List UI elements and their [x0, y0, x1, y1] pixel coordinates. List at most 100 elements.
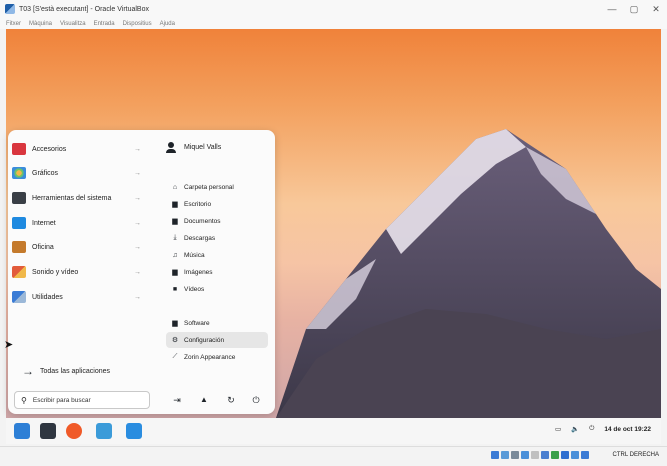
audio-icon[interactable]: [511, 451, 519, 459]
category-internet[interactable]: Internet →: [12, 214, 152, 232]
optical-icon[interactable]: [501, 451, 509, 459]
place-carpeta-personal[interactable]: ⌂ Carpeta personal: [170, 179, 266, 195]
cpu-icon[interactable]: [571, 451, 579, 459]
category-label: Gráficos: [32, 169, 59, 177]
search-placeholder: Escribir para buscar: [32, 396, 91, 404]
palette-icon: [12, 167, 26, 179]
brave-browser-icon[interactable]: [66, 423, 82, 439]
place-label: Zorin Appearance: [184, 353, 236, 361]
system-zorin-appearance[interactable]: ⟋ Zorin Appearance: [170, 349, 266, 365]
appearance-icon: ⟋: [172, 353, 178, 360]
user-name: Miquel Valls: [184, 144, 222, 151]
place-label: Documentos: [184, 217, 221, 225]
status-icons: [491, 451, 589, 459]
arrow-right-icon: →: [134, 219, 141, 227]
files-icon[interactable]: [96, 423, 112, 439]
place-documentos[interactable]: ▆ Documentos: [170, 213, 266, 229]
mouse-cursor-icon: ➤: [4, 339, 14, 351]
power-menu-icon[interactable]: ⏻: [589, 425, 594, 433]
vbox-statusbar: CTRL DERECHA: [0, 446, 667, 466]
mouse-integration-icon[interactable]: [581, 451, 589, 459]
screen-icon[interactable]: ▭: [555, 425, 561, 433]
system-tray: ▭ 🔈 ⏻ 14 de oct 19:22: [555, 425, 651, 433]
media-icon: [12, 266, 26, 278]
music-icon: ♫: [172, 251, 178, 259]
briefcase-icon: [12, 241, 26, 253]
gear-icon: ⚙: [171, 337, 179, 344]
menu-entrada[interactable]: Entrada: [94, 21, 115, 27]
place-label: Música: [184, 251, 205, 259]
arrow-right-icon: →: [134, 145, 141, 153]
window-titlebar: T03 [S'està executant] - Oracle VirtualB…: [0, 0, 667, 18]
usb-icon[interactable]: [531, 451, 539, 459]
menu-dispositius[interactable]: Dispositius: [123, 21, 152, 27]
place-label: Software: [184, 319, 210, 327]
arrow-right-icon: →: [134, 293, 141, 301]
arrow-right-icon: →: [134, 243, 141, 251]
close-button[interactable]: ✕: [645, 4, 667, 15]
virtualbox-logo-icon: [5, 4, 15, 14]
document-icon: ▆: [172, 218, 178, 225]
terminal-icon[interactable]: [40, 423, 56, 439]
menu-ajuda[interactable]: Ajuda: [160, 21, 175, 27]
search-icon: ⚲: [21, 395, 27, 405]
category-herramientas[interactable]: Herramientas del sistema →: [12, 189, 152, 207]
all-apps-label: Todas las aplicaciones: [40, 367, 111, 375]
software-store-icon[interactable]: [126, 423, 142, 439]
clock[interactable]: 14 de oct 19:22: [604, 426, 651, 433]
place-label: Vídeos: [184, 285, 205, 293]
place-descargas[interactable]: ⤓ Descargas: [170, 230, 266, 246]
minimize-button[interactable]: —: [601, 4, 623, 14]
display-icon[interactable]: [551, 451, 559, 459]
place-escritorio[interactable]: ▆ Escritorio: [170, 196, 266, 212]
arrow-right-icon: →: [134, 169, 141, 177]
software-icon: ▆: [172, 320, 178, 327]
menu-fitxer[interactable]: Fitxer: [6, 21, 21, 27]
category-graficos[interactable]: Gráficos →: [12, 164, 152, 182]
category-label: Internet: [32, 219, 56, 227]
hdd-icon[interactable]: [491, 451, 499, 459]
restart-button[interactable]: ↻: [224, 395, 238, 406]
category-label: Herramientas del sistema: [32, 194, 112, 202]
system-configuracion[interactable]: ⚙ Configuración: [166, 332, 268, 348]
home-icon: ⌂: [172, 183, 178, 191]
place-videos[interactable]: ■ Vídeos: [170, 281, 266, 297]
zorin-menu-icon[interactable]: [14, 423, 30, 439]
category-sonido-video[interactable]: Sonido y vídeo →: [12, 263, 152, 281]
shared-folders-icon[interactable]: [541, 451, 549, 459]
category-label: Oficina: [32, 243, 54, 251]
menu-maquina[interactable]: Màquina: [29, 21, 52, 27]
lock-button[interactable]: ▲: [197, 395, 211, 404]
place-imagenes[interactable]: ▆ Imágenes: [170, 264, 266, 280]
taskbar: ▭ 🔈 ⏻ 14 de oct 19:22: [6, 418, 661, 444]
image-icon: ▆: [172, 269, 178, 276]
maximize-button[interactable]: ▢: [623, 4, 645, 15]
network-icon[interactable]: [521, 451, 529, 459]
category-oficina[interactable]: Oficina →: [12, 238, 152, 256]
user-account[interactable]: Miquel Valls: [166, 142, 221, 153]
search-input[interactable]: ⚲ Escribir para buscar: [14, 391, 150, 409]
place-label: Escritorio: [184, 200, 212, 208]
power-button[interactable]: ⏻: [249, 395, 263, 406]
place-label: Carpeta personal: [184, 183, 234, 191]
volume-icon[interactable]: 🔈: [571, 425, 579, 433]
place-label: Configuración: [184, 336, 225, 344]
category-label: Utilidades: [32, 293, 63, 301]
system-software[interactable]: ▆ Software: [170, 315, 266, 331]
logout-button[interactable]: ⇥: [170, 395, 184, 406]
user-icon: [166, 142, 176, 153]
category-accesorios[interactable]: Accesorios →: [12, 140, 152, 158]
place-musica[interactable]: ♫ Música: [170, 247, 266, 263]
toolbox-icon: [12, 143, 26, 155]
place-label: Imágenes: [184, 268, 213, 276]
recording-icon[interactable]: [561, 451, 569, 459]
place-label: Descargas: [184, 234, 216, 242]
category-utilidades[interactable]: Utilidades →: [12, 288, 152, 306]
utilities-icon: [12, 291, 26, 303]
video-icon: ■: [172, 285, 178, 293]
all-apps-button[interactable]: → Todas las aplicaciones: [22, 364, 110, 378]
menu-visualitza[interactable]: Visualitza: [60, 21, 86, 27]
vbox-menubar: Fitxer Màquina Visualitza Entrada Dispos…: [0, 18, 667, 29]
host-key-label: CTRL DERECHA: [612, 452, 659, 458]
download-icon: ⤓: [173, 234, 177, 241]
